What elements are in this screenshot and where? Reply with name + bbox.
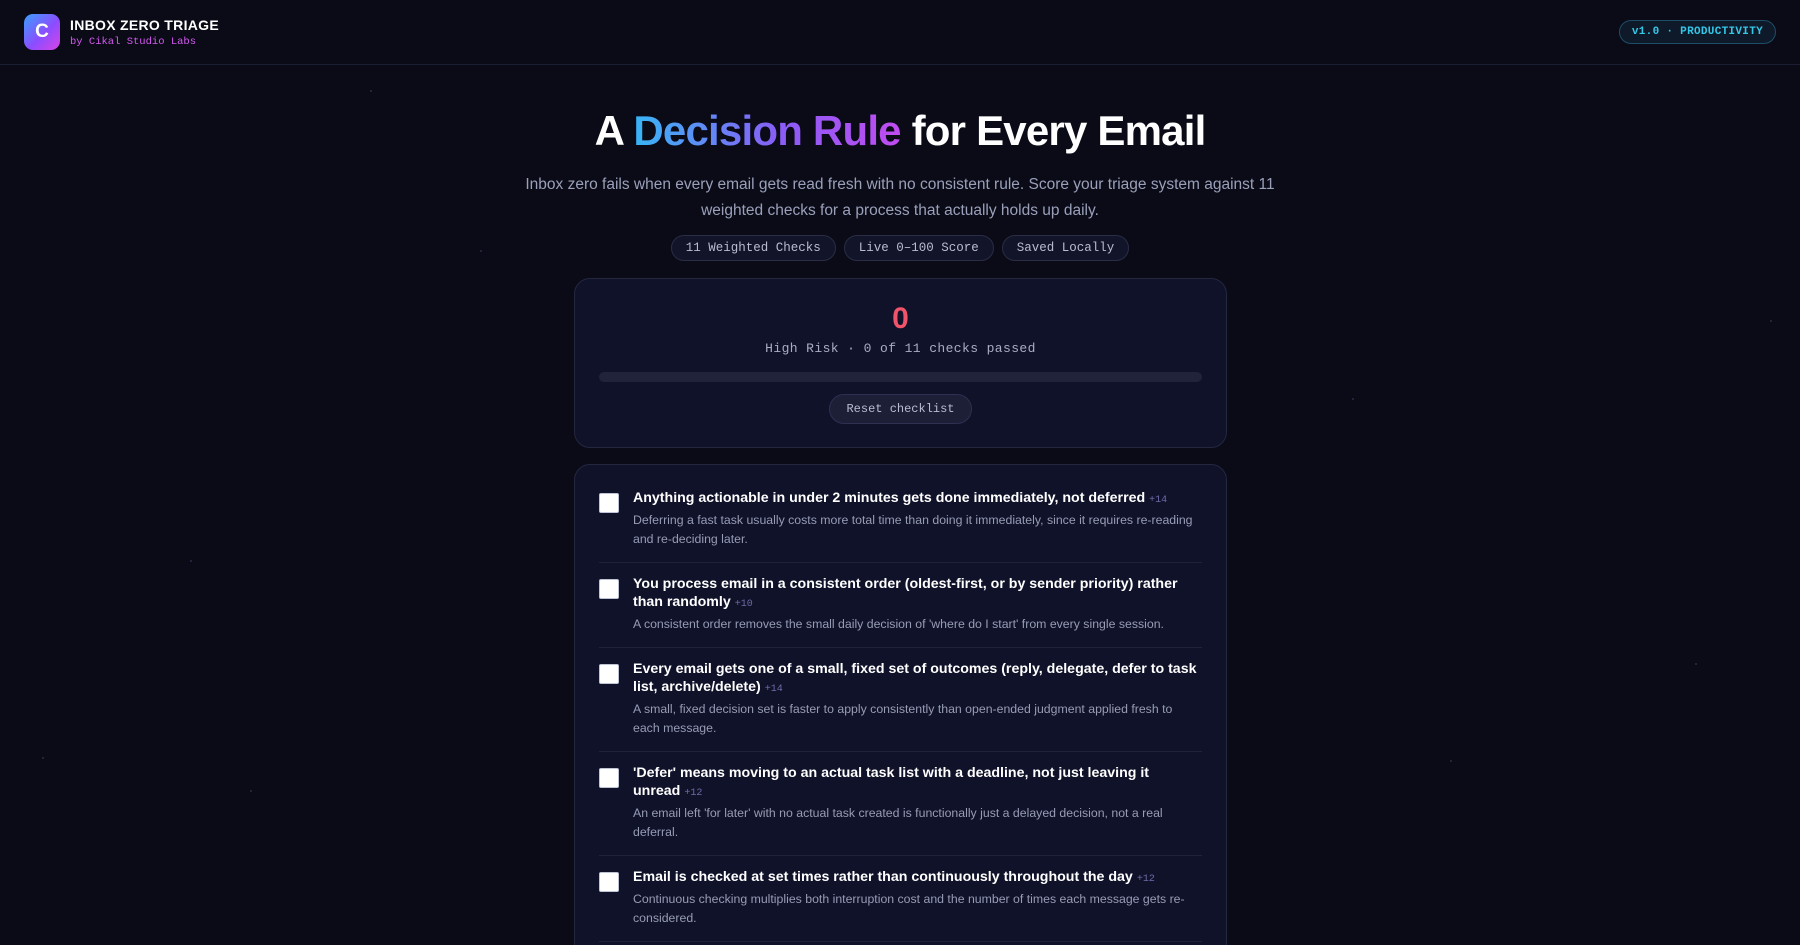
app-subtitle: by Cikal Studio Labs [70,35,197,48]
checklist-item-description: An email left 'for later' with no actual… [633,806,1163,839]
checklist-checkbox[interactable] [599,768,619,788]
item-weight: +14 [764,684,783,695]
checklist-item-title: You process email in a consistent order … [633,575,1202,614]
item-weight: +12 [1136,874,1155,885]
item-title-text: 'Defer' means moving to an actual task l… [633,765,1150,799]
hero: A Decision Rule for Every Email Inbox ze… [0,100,1800,261]
checklist-checkbox[interactable] [599,872,619,892]
app-title: INBOX ZERO TRIAGE [70,16,219,33]
checklist: Anything actionable in under 2 minutes g… [574,464,1227,945]
checklist-item[interactable]: You process email in a consistent order … [599,563,1202,648]
app-logo-icon: C [24,14,60,50]
checklist-item-description: Continuous checking multiplies both inte… [633,892,1185,925]
checklist-item[interactable]: 'Defer' means moving to an actual task l… [599,752,1202,856]
brand[interactable]: C INBOX ZERO TRIAGE by Cikal Studio Labs [24,14,219,50]
item-title-text: You process email in a consistent order … [633,576,1178,610]
checklist-item-title: Email is checked at set times rather tha… [633,868,1202,889]
checklist-item-title: Every email gets one of a small, fixed s… [633,660,1202,699]
page-title: A Decision Rule for Every Email [0,100,1800,162]
item-title-text: Every email gets one of a small, fixed s… [633,661,1197,695]
top-bar: C INBOX ZERO TRIAGE by Cikal Studio Labs… [0,0,1800,65]
title-accent: Decision Rule [633,107,901,154]
checklist-item-title: 'Defer' means moving to an actual task l… [633,764,1202,803]
title-pre: A [594,107,634,154]
reset-checklist-button[interactable]: Reset checklist [829,394,972,424]
checklist-item-description: A consistent order removes the small dai… [633,617,1164,631]
item-title-text: Anything actionable in under 2 minutes g… [633,490,1146,506]
item-weight: +10 [734,599,753,610]
pill-saved-locally: Saved Locally [1001,235,1130,261]
score-card: 0 High Risk · 0 of 11 checks passed Rese… [574,278,1227,448]
checklist-item-title: Anything actionable in under 2 minutes g… [633,489,1202,510]
score-value: 0 [892,302,909,335]
checklist-checkbox[interactable] [599,493,619,513]
checklist-item-description: A small, fixed decision set is faster to… [633,702,1173,735]
pill-weighted-checks: 11 Weighted Checks [670,235,836,261]
score-status: High Risk · 0 of 11 checks passed [765,341,1036,356]
version-badge: v1.0 · PRODUCTIVITY [1618,20,1776,44]
score-progress-bar [599,372,1202,382]
item-weight: +12 [684,788,703,799]
checklist-item[interactable]: Email is checked at set times rather tha… [599,856,1202,942]
checklist-checkbox[interactable] [599,664,619,684]
checklist-checkbox[interactable] [599,579,619,599]
title-post: for Every Email [900,107,1207,154]
checklist-item[interactable]: Every email gets one of a small, fixed s… [599,648,1202,752]
feature-pills: 11 Weighted Checks Live 0–100 Score Save… [0,235,1800,261]
checklist-item-description: Deferring a fast task usually costs more… [633,513,1193,546]
item-weight: +14 [1149,495,1168,506]
hero-description: Inbox zero fails when every email gets r… [525,176,1275,219]
pill-live-score: Live 0–100 Score [843,235,994,261]
item-title-text: Email is checked at set times rather tha… [633,869,1133,885]
checklist-item[interactable]: Anything actionable in under 2 minutes g… [599,477,1202,563]
